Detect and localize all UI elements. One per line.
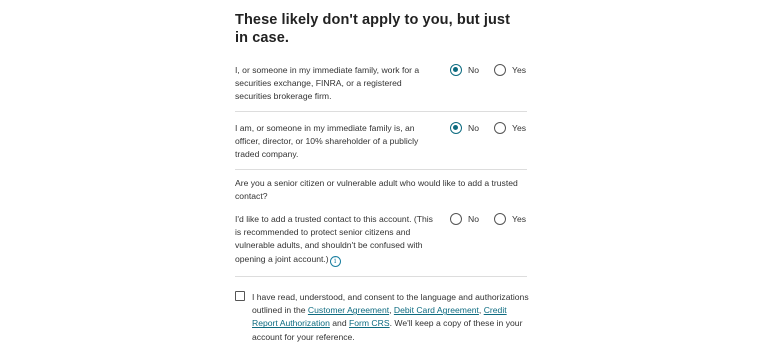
radio-trusted-yes[interactable] [494, 213, 506, 225]
radio-q2-no-label[interactable]: No [468, 122, 479, 134]
radio-trusted-yes-label[interactable]: Yes [512, 213, 526, 225]
consent-text: I have read, understood, and consent to … [252, 291, 532, 344]
radio-q1-no-label[interactable]: No [468, 64, 479, 76]
page: These likely don't apply to you, but jus… [0, 0, 768, 345]
radio-q1-yes[interactable] [494, 64, 506, 76]
consent-separator: and [329, 318, 349, 329]
radio-trusted-no[interactable] [450, 213, 462, 225]
divider [235, 276, 527, 277]
divider [235, 169, 527, 170]
trusted-contact-prompt: Are you a senior citizen or vulnerable a… [235, 178, 518, 202]
question-shareholder-text: I am, or someone in my immediate family … [235, 123, 419, 160]
consent-checkbox[interactable] [235, 291, 245, 301]
radio-q2-no[interactable] [450, 122, 462, 134]
trusted-contact-text: I'd like to add a trusted contact to thi… [235, 213, 440, 267]
divider [235, 111, 527, 112]
question-family-securities-text: I, or someone in my immediate family, wo… [235, 65, 420, 102]
form-crs-link[interactable]: Form CRS [349, 318, 390, 328]
radio-q2-yes[interactable] [494, 122, 506, 134]
customer-agreement-link[interactable]: Customer Agreement [308, 305, 389, 315]
info-icon[interactable]: i [329, 255, 341, 267]
radio-trusted-no-label[interactable]: No [468, 213, 479, 225]
radio-q1-no[interactable] [450, 64, 462, 76]
radio-q1-yes-label[interactable]: Yes [512, 64, 526, 76]
radio-q2-yes-label[interactable]: Yes [512, 122, 526, 134]
section-heading: These likely don't apply to you, but jus… [235, 12, 511, 46]
debit-card-agreement-link[interactable]: Debit Card Agreement [394, 305, 479, 315]
